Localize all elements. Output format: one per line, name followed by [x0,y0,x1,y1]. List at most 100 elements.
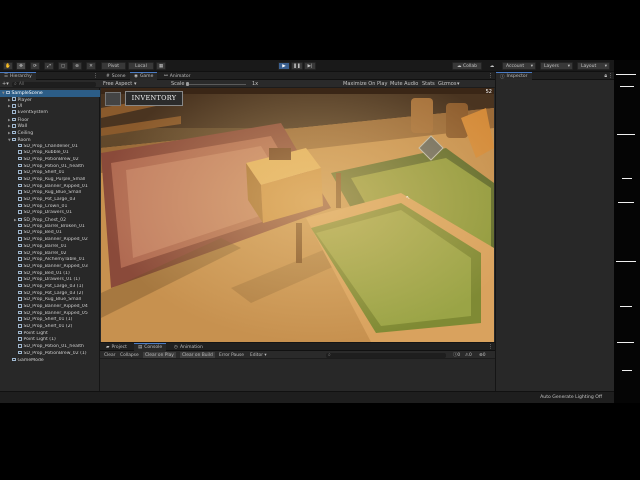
console-panel-tabs: ▰ Project ▤ Console ◷ Animation ⋮ [100,343,495,351]
move-tool-icon[interactable]: ✥ [16,62,26,70]
hierarchy-item[interactable]: ▶ Wall [0,123,100,130]
hierarchy-item[interactable]: SD_Prop_Potion_01_health [0,344,100,351]
collapse-toggle[interactable]: Collapse [118,352,141,358]
play-button[interactable]: ▶ [278,62,290,70]
hierarchy-item[interactable]: ▶ SD_Prop_Chest_02 [0,217,100,224]
hierarchy-item[interactable]: SD_Prop_Bed_01 [0,230,100,237]
hierarchy-item[interactable]: SD_Prop_Rug_Blue_Small [0,190,100,197]
tab-scene[interactable]: # Scene [102,72,130,80]
hierarchy-item[interactable]: ▼ Room [0,137,100,144]
hierarchy-search-input[interactable]: ⌕ All [12,81,96,87]
hand-tool-icon[interactable]: ✋ [3,62,13,70]
console-search-input[interactable]: ⌕ [326,352,446,358]
tab-animator[interactable]: ⚯ Animator [160,72,194,80]
layers-label: Layers [544,63,559,69]
panel-menu-icon[interactable]: ⋮ [608,74,613,79]
hierarchy-item[interactable]: SD_Prop_Barrel_01 [0,243,100,251]
lock-icon[interactable]: 🔒︎ [604,74,607,79]
clear-on-play-toggle[interactable]: Clear on Play [143,352,176,358]
stats-toggle[interactable]: Stats [422,82,435,87]
error-pause-toggle[interactable]: Error Pause [217,352,246,358]
editor-dropdown[interactable]: Editor ▾ [248,352,269,358]
hierarchy-item[interactable]: SD_Prop_AlchemyTable_01 [0,257,100,264]
pivot-toggle-button[interactable]: Pivot [101,62,126,70]
info-count-toggle[interactable]: ⓘ 0 [451,352,462,359]
panel-menu-icon[interactable]: ⋮ [488,345,493,350]
gizmos-dropdown[interactable]: Gizmos [438,82,456,87]
clear-on-build-toggle[interactable]: Clear on Build [180,352,215,358]
hierarchy-item[interactable]: SD_Prop_Rubble_01 [0,150,100,157]
hierarchy-item[interactable]: ▼ SampleScene [0,90,100,97]
add-icon[interactable]: +▾ [2,81,9,87]
maximize-on-play-toggle[interactable]: Maximize On Play [343,82,387,87]
hierarchy-item[interactable]: SD_Prop_Drawers_01 (1) [0,277,100,284]
hierarchy-item[interactable]: ▶ UI [0,103,100,110]
tab-console[interactable]: ▤ Console [134,343,167,351]
gameobject-cube-icon [18,223,22,228]
hierarchy-item[interactable]: ▶ Ceiling [0,130,100,137]
tab-game[interactable]: ◉ Game [130,72,158,80]
account-dropdown[interactable]: Account ▾ [502,62,536,70]
tab-animation[interactable]: ◷ Animation [170,343,207,351]
clear-button[interactable]: Clear [102,352,117,358]
hierarchy-item[interactable]: SD_Prop_Banner_Ripped_01 [0,183,100,191]
cloud-icon[interactable]: ☁ [487,62,497,70]
gameobject-cube-icon [18,304,22,308]
rotate-tool-icon[interactable]: ⟳ [30,62,40,70]
panel-menu-icon[interactable]: ⋮ [488,74,493,79]
hierarchy-item[interactable]: GameMode [0,357,100,365]
hierarchy-item[interactable]: Point Light (1) [0,337,100,344]
inventory-button[interactable]: INVENTORY [125,91,183,106]
hierarchy-item[interactable]: SD_Prop_Crown_01 [0,203,100,211]
scale-slider-handle[interactable] [186,82,189,86]
hierarchy-item[interactable]: SD_Prop_Banner_Ripped_04 [0,304,100,311]
warning-count-toggle[interactable]: ⚠ 0 [463,352,474,358]
hierarchy-item[interactable]: SD_Prop_Barrel_02 [0,250,100,258]
grid-snap-icon[interactable]: ▦ [156,62,166,70]
hierarchy-item[interactable]: SD_Prop_Shelf_01 (2) [0,324,100,331]
hierarchy-item[interactable]: SD_Prop_Rug_Purple_Small [0,176,100,184]
hierarchy-item-label: SD_Prop_Rug_Purple_Small [23,177,86,183]
hierarchy-item[interactable]: SD_Prop_Banner_Ripped_05 [0,310,100,318]
hierarchy-item[interactable]: EventSystem [0,110,100,117]
hierarchy-item[interactable]: SD_Prop_Shelf_01 [0,170,100,177]
error-count-toggle[interactable]: ⊗ 0 [477,352,487,358]
layout-dropdown[interactable]: Layout ▾ [577,62,610,70]
hierarchy-item[interactable]: SD_Prop_Barrel_Broken_01 [0,223,100,231]
hierarchy-item[interactable]: SD_Prop_Pot_Large_03 (1) [0,283,100,291]
hierarchy-item[interactable]: SD_Prop_PotionBrew_02 [0,156,100,164]
step-button[interactable]: ▶| [304,62,316,70]
hierarchy-item[interactable]: Point Light [0,330,100,338]
aspect-dropdown[interactable]: Free Aspect [103,82,132,87]
tab-project[interactable]: ▰ Project [102,343,131,351]
local-toggle-button[interactable]: Local [128,62,154,70]
layers-dropdown[interactable]: Layers ▾ [540,62,573,70]
hierarchy-item[interactable]: SD_Prop_Banner_Ripped_03 [0,263,100,271]
hierarchy-item[interactable]: SD_Prop_Pot_Large_03 [0,197,100,204]
hierarchy-item[interactable]: SD_Prop_Pot_Large_03 (2) [0,290,100,298]
hierarchy-item[interactable]: SD_Prop_Chandelier_01 [0,143,100,151]
hierarchy-item[interactable]: SD_Prop_Rug_Blue_Small [0,297,100,304]
transform-tool-icon[interactable]: ⊕ [72,62,82,70]
inventory-slot-icon[interactable] [105,92,121,106]
collab-button[interactable]: ☁ Collab [452,62,482,70]
tab-hierarchy[interactable]: ☰ Hierarchy [0,72,36,80]
custom-tool-icon[interactable]: ✕ [86,62,96,70]
hierarchy-item[interactable]: SD_Prop_PotionBrew_02 (1) [0,350,100,358]
hierarchy-item[interactable]: ▶ Player [0,97,100,104]
panel-menu-icon[interactable]: ⋮ [93,74,98,79]
hierarchy-item[interactable]: SD_Prop_Banner_Ripped_02 [0,237,100,244]
hierarchy-item[interactable]: SD_Prop_Potion_01_health [0,163,100,171]
hierarchy-item[interactable]: SD_Prop_Shelf_01 (1) [0,317,100,324]
tab-inspector[interactable]: ⓘ Inspector [496,72,532,80]
game-viewport[interactable]: INVENTORY 52 ↖ [101,88,494,342]
scale-tool-icon[interactable]: ⤢ [44,62,54,70]
scale-slider-track[interactable] [186,83,246,85]
mute-audio-toggle[interactable]: Mute Audio [390,82,418,87]
scene-tab-label: Scene [111,73,126,79]
pause-button[interactable]: ❚❚ [291,62,303,70]
hierarchy-item[interactable]: SD_Prop_Drawers_01 [0,210,100,217]
hierarchy-item[interactable]: SD_Prop_Bed_01 (1) [0,270,100,278]
rect-tool-icon[interactable]: ▢ [58,62,68,70]
hierarchy-item[interactable]: ▶ Floor [0,117,100,124]
